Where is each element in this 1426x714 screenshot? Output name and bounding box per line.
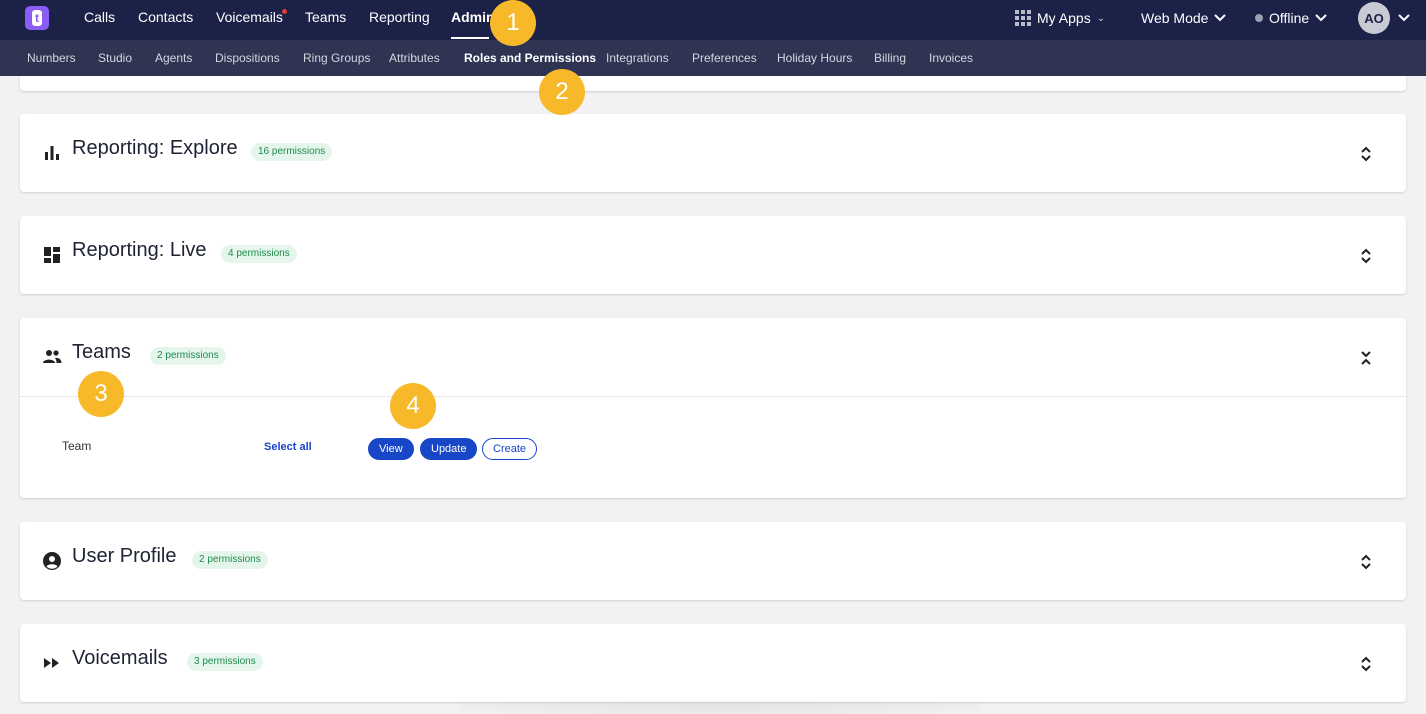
account-circle-icon: [43, 552, 61, 570]
subnav-invoices[interactable]: Invoices: [929, 40, 973, 76]
permissions-badge: 2 permissions: [150, 347, 226, 365]
subnav-roles-and-permissions[interactable]: Roles and Permissions: [464, 40, 596, 76]
section-title: Reporting: Explore: [72, 137, 238, 159]
callout-marker-4: 4: [390, 383, 436, 429]
section-header[interactable]: User Profile 2 permissions: [20, 522, 1406, 600]
subnav-agents[interactable]: Agents: [155, 40, 192, 76]
my-apps-label: My Apps: [1037, 9, 1091, 26]
notification-dot: [282, 9, 287, 14]
section-voicemails: Voicemails 3 permissions: [20, 624, 1406, 702]
subnav-holiday-hours[interactable]: Holiday Hours: [777, 40, 852, 76]
avatar[interactable]: AO: [1358, 2, 1390, 34]
section-header[interactable]: Reporting: Explore 16 permissions: [20, 114, 1406, 192]
bar-chart-icon: [45, 146, 59, 160]
section-header[interactable]: Voicemails 3 permissions: [20, 624, 1406, 702]
nav-contacts[interactable]: Contacts: [138, 0, 193, 40]
section-title: Teams: [72, 341, 131, 363]
dashboard-icon: [44, 247, 60, 263]
expand-icon[interactable]: [1358, 144, 1374, 164]
chevron-down-icon: [1214, 14, 1227, 22]
chevron-down-icon[interactable]: [1398, 14, 1410, 22]
expand-icon[interactable]: [1358, 246, 1374, 266]
people-icon: [43, 350, 62, 363]
app-logo[interactable]: t: [25, 6, 49, 30]
expand-icon[interactable]: [1358, 552, 1374, 572]
chevron-down-icon: ⌄: [1096, 12, 1106, 24]
callout-marker-3: 3: [78, 371, 124, 417]
subnav-billing[interactable]: Billing: [874, 40, 906, 76]
collapse-icon[interactable]: [1358, 348, 1374, 368]
view-permission-toggle[interactable]: View: [368, 438, 414, 460]
subnav-integrations[interactable]: Integrations: [606, 40, 669, 76]
nav-admin[interactable]: Admin: [451, 0, 495, 40]
status-dot-icon: [1255, 14, 1263, 22]
section-user-profile: User Profile 2 permissions: [20, 522, 1406, 600]
subnav-preferences[interactable]: Preferences: [692, 40, 757, 76]
section-title: Voicemails: [72, 647, 168, 669]
permissions-badge: 4 permissions: [221, 245, 297, 263]
create-permission-toggle[interactable]: Create: [482, 438, 538, 460]
my-apps-menu[interactable]: My Apps ⌄: [1015, 0, 1105, 36]
mode-menu[interactable]: Web Mode: [1141, 0, 1227, 36]
subnav-ring-groups[interactable]: Ring Groups: [303, 40, 370, 76]
section-title: Reporting: Live: [72, 239, 207, 261]
permissions-badge: 16 permissions: [251, 143, 333, 161]
permissions-badge: 3 permissions: [187, 653, 263, 671]
status-label: Offline: [1269, 9, 1310, 26]
previous-section-card-edge: [20, 76, 1406, 91]
subnav-numbers[interactable]: Numbers: [27, 40, 76, 76]
expand-icon[interactable]: [1358, 654, 1374, 674]
nav-voicemails[interactable]: Voicemails: [216, 0, 283, 40]
section-reporting-live: Reporting: Live 4 permissions: [20, 216, 1406, 294]
section-divider: [20, 396, 1406, 397]
active-tab-indicator: [451, 37, 489, 39]
section-reporting-explore: Reporting: Explore 16 permissions: [20, 114, 1406, 192]
apps-grid-icon: [1015, 10, 1031, 26]
permissions-badge: 2 permissions: [192, 551, 268, 569]
callout-marker-2: 2: [539, 69, 585, 115]
section-header[interactable]: Reporting: Live 4 permissions: [20, 216, 1406, 294]
top-nav-bar: t Calls Contacts Voicemails Teams Report…: [0, 0, 1426, 40]
section-header[interactable]: Teams 2 permissions: [20, 318, 1406, 396]
subnav-studio[interactable]: Studio: [98, 40, 132, 76]
fast-forward-icon: [44, 658, 59, 668]
nav-teams[interactable]: Teams: [305, 0, 346, 40]
section-title: User Profile: [72, 545, 177, 567]
bottom-fade: [460, 700, 980, 714]
subnav-attributes[interactable]: Attributes: [389, 40, 440, 76]
chevron-down-icon: [1315, 14, 1327, 22]
nav-reporting[interactable]: Reporting: [369, 0, 430, 40]
mode-label: Web Mode: [1141, 9, 1209, 26]
status-menu[interactable]: Offline: [1255, 0, 1327, 36]
admin-sub-nav: Numbers Studio Agents Dispositions Ring …: [0, 40, 1426, 76]
callout-marker-1: 1: [490, 0, 536, 46]
select-all-link[interactable]: Select all: [264, 441, 312, 453]
update-permission-toggle[interactable]: Update: [420, 438, 478, 460]
subnav-dispositions[interactable]: Dispositions: [215, 40, 280, 76]
section-teams: Teams 2 permissions Team Select all View…: [20, 318, 1406, 498]
nav-calls[interactable]: Calls: [84, 0, 115, 40]
permission-row-label: Team: [62, 439, 92, 453]
